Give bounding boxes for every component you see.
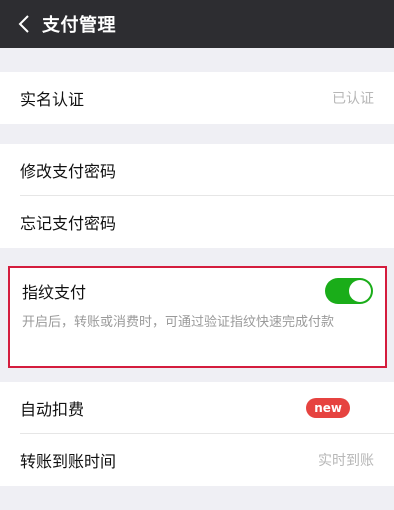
real-name-row[interactable]: 实名认证 已认证 <box>0 72 394 124</box>
forgot-password-row[interactable]: 忘记支付密码 <box>0 196 394 248</box>
auto-deduct-row[interactable]: 自动扣费 new <box>0 382 394 434</box>
modify-password-row[interactable]: 修改支付密码 <box>0 144 394 196</box>
modify-password-label: 修改支付密码 <box>20 162 117 181</box>
top-bar: 支付管理 <box>0 0 394 48</box>
page-title: 支付管理 <box>42 15 116 36</box>
transfer-time-row[interactable]: 转账到账时间 实时到账 <box>0 434 394 486</box>
auto-deduct-label: 自动扣费 <box>20 400 85 419</box>
section-payments: 自动扣费 new 转账到账时间 实时到账 <box>0 382 394 486</box>
section-password: 修改支付密码 忘记支付密码 <box>0 144 394 248</box>
toggle-knob <box>349 280 371 302</box>
new-badge: new <box>306 398 350 418</box>
real-name-status: 已认证 <box>332 91 374 107</box>
fingerprint-section: 指纹支付 开启后，转账或消费时，可通过验证指纹快速完成付款 <box>8 266 387 368</box>
transfer-time-value: 实时到账 <box>318 453 374 469</box>
section-verification: 实名认证 已认证 <box>0 72 394 124</box>
fingerprint-label: 指纹支付 <box>22 283 87 302</box>
back-icon[interactable] <box>16 12 32 36</box>
forgot-password-label: 忘记支付密码 <box>20 214 117 233</box>
fingerprint-row[interactable]: 指纹支付 <box>10 268 385 314</box>
fingerprint-description: 开启后，转账或消费时，可通过验证指纹快速完成付款 <box>22 315 335 330</box>
transfer-time-label: 转账到账时间 <box>20 452 117 471</box>
fingerprint-toggle[interactable] <box>325 278 373 304</box>
real-name-label: 实名认证 <box>20 90 85 109</box>
